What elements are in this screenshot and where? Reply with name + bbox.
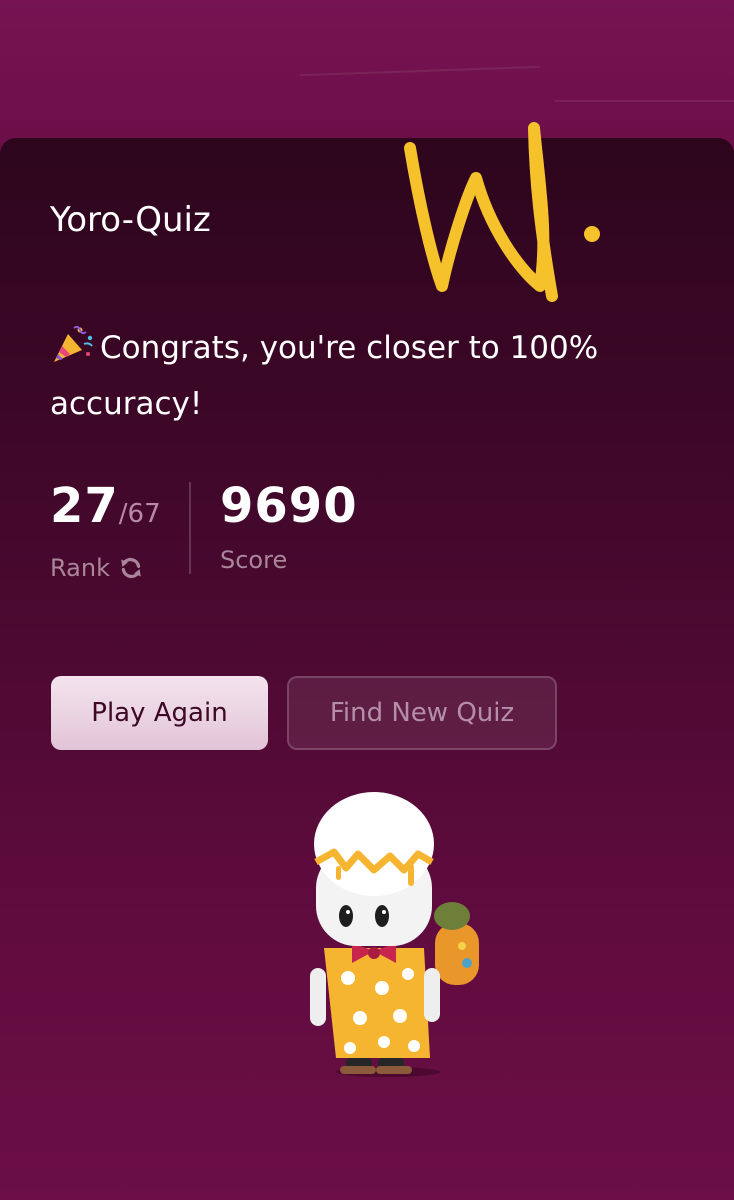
find-new-quiz-button[interactable]: Find New Quiz (287, 676, 557, 750)
background-line (555, 100, 734, 102)
rank-label-row: Rank (50, 554, 161, 582)
rank-total: /67 (118, 499, 161, 529)
results-card: Yoro-Quiz Congrats, you're closer to 100… (0, 138, 734, 1200)
rank-value-row: 27/67 (50, 478, 161, 542)
handwritten-signature (404, 122, 600, 302)
congrats-message: Congrats, you're closer to 100% accuracy… (50, 320, 690, 432)
rank-label: Rank (50, 554, 110, 582)
score-label: Score (220, 546, 288, 574)
score-value: 9690 (220, 478, 358, 534)
stat-divider (189, 482, 191, 574)
refresh-icon[interactable] (118, 555, 144, 581)
rank-stat: 27/67 Rank (50, 478, 161, 582)
avatar-character (310, 792, 479, 1077)
score-stat: 9690 Score (220, 478, 358, 574)
rank-value: 27 (50, 478, 119, 534)
party-popper-icon (54, 325, 93, 362)
background-line (300, 65, 540, 77)
top-background-band (0, 0, 734, 160)
congrats-text: Congrats, you're closer to 100% accuracy… (50, 330, 599, 422)
play-again-button[interactable]: Play Again (51, 676, 268, 750)
quiz-title: Yoro-Quiz (50, 200, 211, 240)
